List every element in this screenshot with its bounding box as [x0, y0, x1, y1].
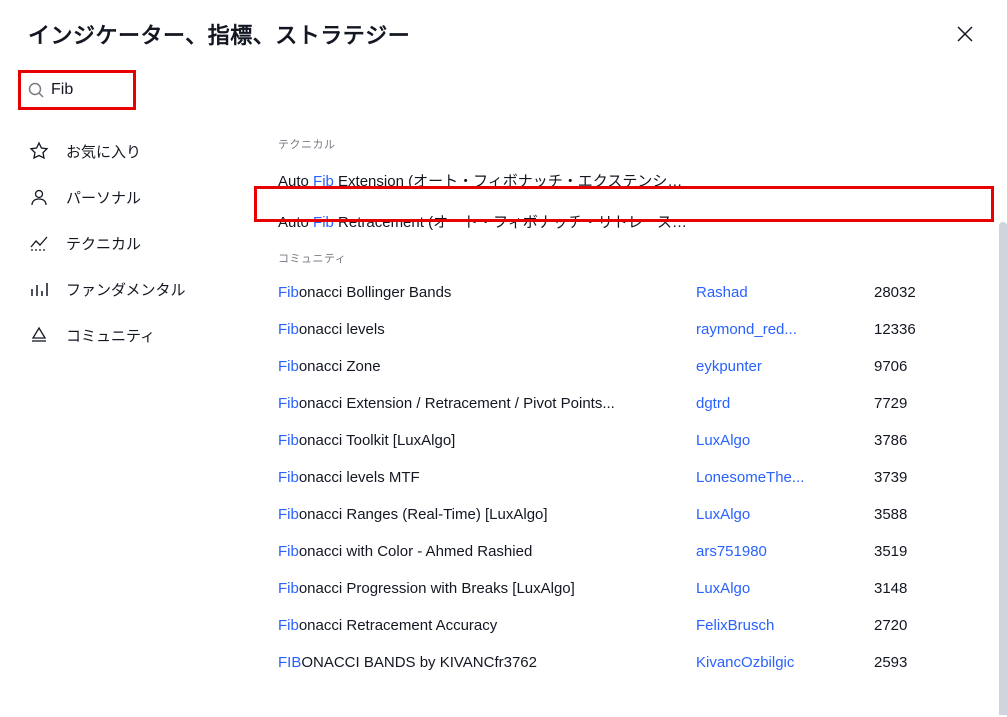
result-count: 2720 [874, 617, 934, 634]
result-author[interactable]: Rashad [696, 284, 866, 301]
close-button[interactable] [951, 20, 979, 48]
result-author[interactable]: ars751980 [696, 543, 866, 560]
result-row[interactable]: FIBONACCI BANDS by KIVANCfr3762 KivancOzb… [250, 644, 1007, 681]
result-count: 12336 [874, 321, 934, 338]
result-count: 7729 [874, 395, 934, 412]
sidebar-item-label: テクニカル [66, 233, 141, 254]
result-author[interactable]: LonesomeThe... [696, 469, 866, 486]
close-icon [955, 24, 975, 44]
dialog-title: インジケーター、指標、ストラテジー [28, 18, 410, 50]
search-input[interactable] [51, 81, 111, 99]
result-row[interactable]: Fibonacci Bollinger Bands Rashad 28032 [250, 274, 1007, 311]
result-name: Fibonacci Toolkit [LuxAlgo] [278, 432, 688, 449]
result-row[interactable]: Fibonacci Zone eykpunter 9706 [250, 348, 1007, 385]
result-count: 3786 [874, 432, 934, 449]
result-row[interactable]: Fibonacci levels MTF LonesomeThe... 3739 [250, 459, 1007, 496]
result-row[interactable]: Fibonacci levels raymond_red... 12336 [250, 311, 1007, 348]
result-author[interactable]: LuxAlgo [696, 506, 866, 523]
search-icon [27, 81, 45, 99]
result-author[interactable]: KivancOzbilgic [696, 654, 866, 671]
community-icon [28, 324, 50, 346]
result-author[interactable]: raymond_red... [696, 321, 866, 338]
sidebar-item-favorites[interactable]: お気に入り [0, 128, 250, 174]
person-icon [28, 186, 50, 208]
star-icon [28, 140, 50, 162]
result-name: Fibonacci Zone [278, 358, 688, 375]
result-count: 9706 [874, 358, 934, 375]
result-count: 3739 [874, 469, 934, 486]
sidebar-item-community[interactable]: コミュニティ [0, 312, 250, 358]
result-row[interactable]: Auto Fib Retracement (オート・フィボナッチ・リトレースメン… [250, 201, 1007, 242]
scrollbar[interactable] [999, 222, 1007, 715]
result-count: 2593 [874, 654, 934, 671]
sidebar-item-technicals[interactable]: テクニカル [0, 220, 250, 266]
sidebar: お気に入り パーソナル テクニカル ファンダメンタル コミュニティ [0, 118, 250, 715]
sidebar-item-label: パーソナル [66, 187, 141, 208]
result-count: 3588 [874, 506, 934, 523]
result-row[interactable]: Fibonacci Extension / Retracement / Pivo… [250, 385, 1007, 422]
results-panel: テクニカル Auto Fib Extension (オート・フィボナッチ・エクス… [250, 118, 1007, 715]
result-name: Fibonacci Retracement Accuracy [278, 617, 688, 634]
result-author[interactable]: eykpunter [696, 358, 866, 375]
result-name: Fibonacci Extension / Retracement / Pivo… [278, 395, 688, 412]
result-name: Fibonacci with Color - Ahmed Rashied [278, 543, 688, 560]
section-technical-label: テクニカル [250, 128, 1007, 160]
chart-line-icon [28, 232, 50, 254]
sidebar-item-label: コミュニティ [66, 325, 155, 346]
result-count: 3148 [874, 580, 934, 597]
result-count: 28032 [874, 284, 934, 301]
sidebar-item-label: ファンダメンタル [66, 279, 186, 300]
result-author[interactable]: FelixBrusch [696, 617, 866, 634]
sidebar-item-label: お気に入り [66, 141, 141, 162]
result-row[interactable]: Fibonacci with Color - Ahmed Rashied ars7… [250, 533, 1007, 570]
result-name: FIBONACCI BANDS by KIVANCfr3762 [278, 654, 688, 671]
result-row[interactable]: Auto Fib Extension (オート・フィボナッチ・エクステンション) [250, 160, 1007, 201]
result-name: Auto Fib Retracement (オート・フィボナッチ・リトレースメン… [278, 211, 688, 232]
section-community-label: コミュニティ [250, 242, 1007, 274]
result-row[interactable]: Fibonacci Toolkit [LuxAlgo] LuxAlgo 3786 [250, 422, 1007, 459]
result-row[interactable]: Fibonacci Progression with Breaks [LuxAl… [250, 570, 1007, 607]
result-row[interactable]: Fibonacci Ranges (Real-Time) [LuxAlgo] Lu… [250, 496, 1007, 533]
result-author[interactable]: LuxAlgo [696, 432, 866, 449]
result-author[interactable]: dgtrd [696, 395, 866, 412]
result-name: Fibonacci Ranges (Real-Time) [LuxAlgo] [278, 506, 688, 523]
result-name: Fibonacci Progression with Breaks [LuxAl… [278, 580, 688, 597]
result-count: 3519 [874, 543, 934, 560]
result-name: Fibonacci levels MTF [278, 469, 688, 486]
result-name: Fibonacci Bollinger Bands [278, 284, 688, 301]
result-name: Fibonacci levels [278, 321, 688, 338]
bar-chart-icon [28, 278, 50, 300]
result-row[interactable]: Fibonacci Retracement Accuracy FelixBrusc… [250, 607, 1007, 644]
result-author[interactable]: LuxAlgo [696, 580, 866, 597]
search-field-highlight [18, 70, 136, 110]
result-name: Auto Fib Extension (オート・フィボナッチ・エクステンション) [278, 170, 688, 191]
sidebar-item-fundamentals[interactable]: ファンダメンタル [0, 266, 250, 312]
sidebar-item-personal[interactable]: パーソナル [0, 174, 250, 220]
